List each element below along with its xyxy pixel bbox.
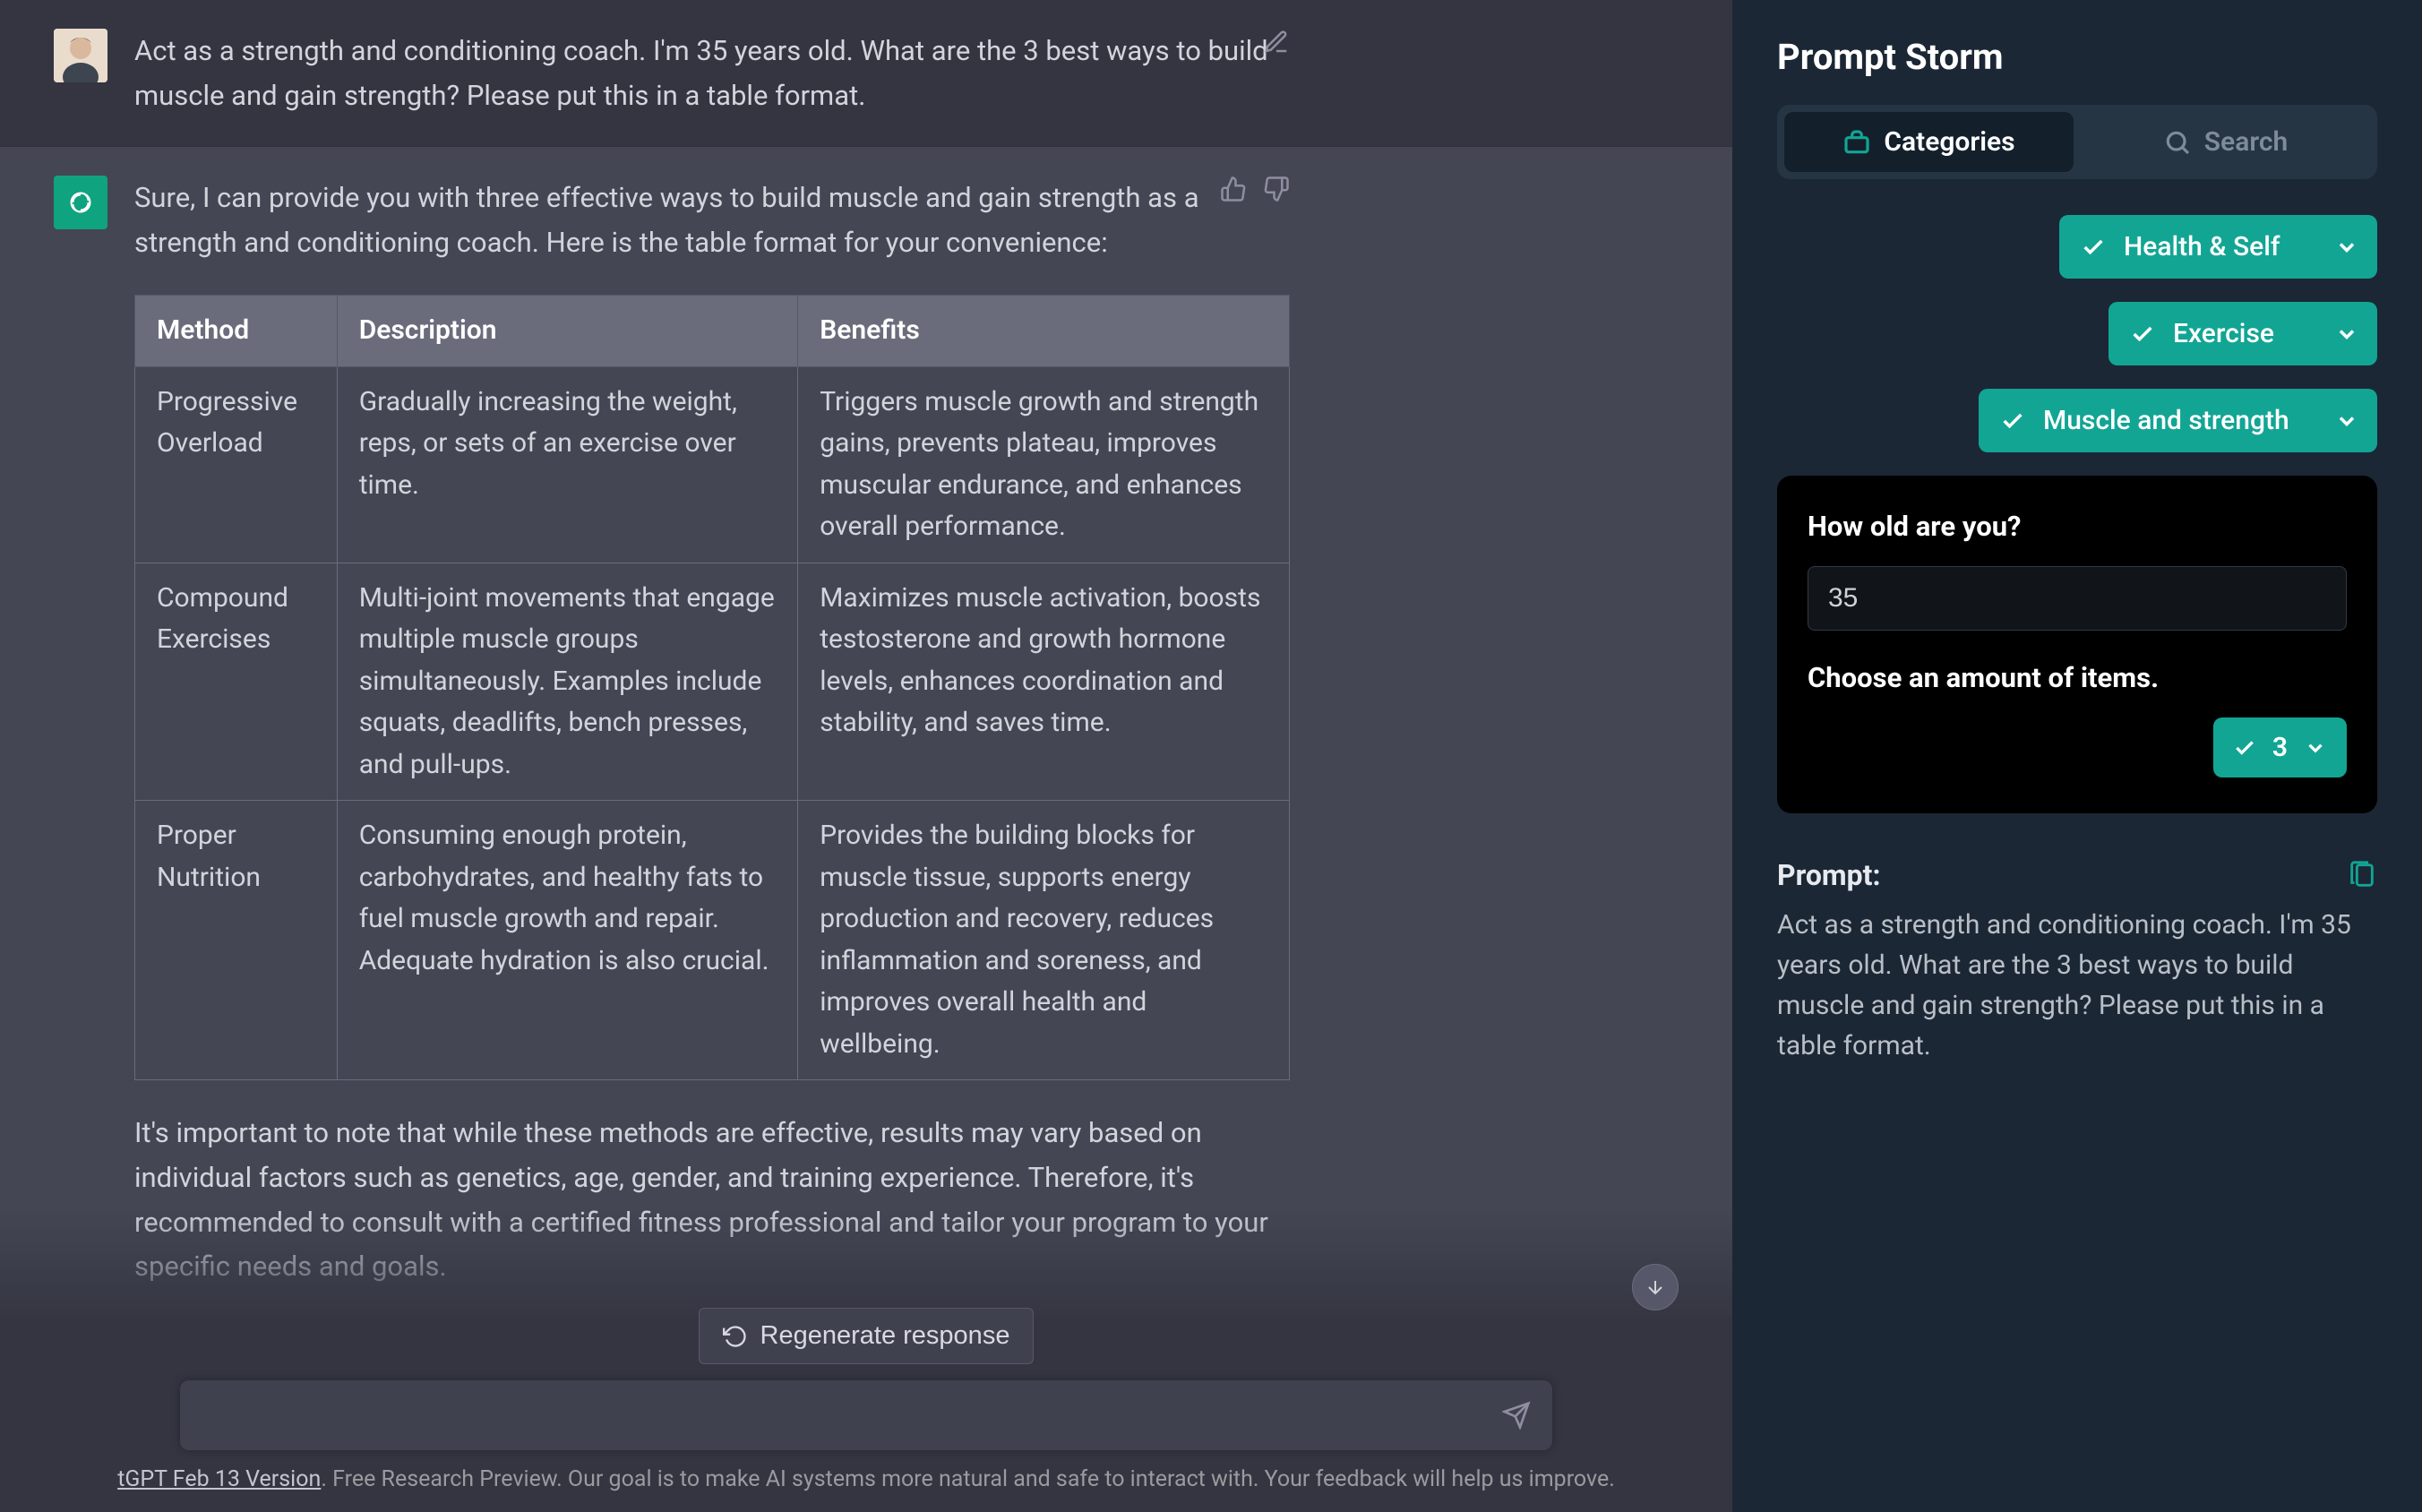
cell-benefits: Provides the building blocks for muscle …	[798, 801, 1290, 1080]
assistant-message-body: Sure, I can provide you with three effec…	[134, 176, 1290, 1289]
tab-search[interactable]: Search	[2081, 112, 2370, 172]
chat-input[interactable]	[180, 1380, 1552, 1450]
age-input[interactable]	[1808, 566, 2347, 631]
footer-text: . Free Research Preview. Our goal is to …	[321, 1466, 1614, 1492]
version-link[interactable]: tGPT Feb 13 Version	[117, 1466, 321, 1492]
table-row: Proper Nutrition Consuming enough protei…	[135, 801, 1290, 1080]
thumbs-down-button[interactable]	[1263, 176, 1290, 206]
regenerate-button[interactable]: Regenerate response	[699, 1308, 1035, 1364]
chevron-down-icon	[2334, 408, 2359, 434]
prompt-label: Prompt:	[1777, 858, 1881, 892]
user-avatar	[54, 29, 107, 82]
regenerate-label: Regenerate response	[760, 1321, 1010, 1351]
openai-icon	[64, 185, 98, 219]
chevron-down-icon	[2304, 736, 2327, 760]
question-age: How old are you?	[1808, 510, 2347, 543]
chip-health-label: Health & Self	[2124, 231, 2300, 262]
panel-title: Prompt Storm	[1777, 36, 2377, 78]
cell-method: Proper Nutrition	[135, 801, 338, 1080]
col-benefits: Benefits	[798, 296, 1290, 367]
message-assistant: Sure, I can provide you with three effec…	[0, 146, 1732, 1319]
prompt-form: How old are you? Choose an amount of ite…	[1777, 476, 2377, 813]
assistant-outro-text: It's important to note that while these …	[134, 1111, 1290, 1288]
thumbs-down-icon	[1263, 176, 1290, 202]
chip-health-self[interactable]: Health & Self	[2059, 215, 2377, 279]
items-select[interactable]: 3	[2213, 717, 2347, 777]
cell-description: Consuming enough protein, carbohydrates,…	[337, 801, 798, 1080]
chip-muscle-label: Muscle and strength	[2043, 405, 2300, 436]
col-method: Method	[135, 296, 338, 367]
chip-exercise-label: Exercise	[2173, 318, 2300, 349]
generated-prompt-block: Prompt: Act as a strength and conditioni…	[1777, 858, 2377, 1066]
check-icon	[2233, 736, 2256, 760]
items-value: 3	[2272, 732, 2288, 763]
tab-categories-label: Categories	[1884, 126, 2014, 158]
methods-table: Method Description Benefits Progressive …	[134, 295, 1290, 1080]
send-icon[interactable]	[1502, 1401, 1531, 1430]
check-icon	[2081, 235, 2106, 260]
cell-description: Multi-joint movements that engage multip…	[337, 563, 798, 801]
generated-prompt-text: Act as a strength and conditioning coach…	[1777, 905, 2377, 1066]
assistant-avatar	[54, 176, 107, 229]
chat-column: Act as a strength and conditioning coach…	[0, 0, 1732, 1512]
chat-input-field[interactable]	[202, 1400, 1502, 1430]
chevron-down-icon	[2334, 235, 2359, 260]
person-icon	[54, 29, 107, 82]
prompt-storm-panel: Prompt Storm Categories Search Health & …	[1732, 0, 2422, 1512]
col-description: Description	[337, 296, 798, 367]
toolbox-icon	[1842, 128, 1871, 157]
edit-icon	[1263, 29, 1290, 56]
tab-categories[interactable]: Categories	[1784, 112, 2074, 172]
scroll-to-bottom-button[interactable]	[1632, 1264, 1679, 1310]
edit-message-button[interactable]	[1263, 29, 1290, 59]
message-user: Act as a strength and conditioning coach…	[0, 0, 1732, 146]
panel-tabbar: Categories Search	[1777, 105, 2377, 179]
search-icon	[2163, 128, 2192, 157]
clipboard-icon[interactable]	[2347, 860, 2377, 890]
tab-search-label: Search	[2204, 126, 2288, 158]
check-icon	[2000, 408, 2025, 434]
chevron-down-icon	[2334, 322, 2359, 347]
table-row: Compound Exercises Multi-joint movements…	[135, 563, 1290, 801]
chip-exercise[interactable]: Exercise	[2109, 302, 2377, 365]
user-message-text: Act as a strength and conditioning coach…	[134, 29, 1290, 117]
arrow-down-icon	[1645, 1276, 1666, 1298]
table-row: Progressive Overload Gradually increasin…	[135, 366, 1290, 563]
messages-region: Act as a strength and conditioning coach…	[0, 0, 1732, 1512]
cell-benefits: Maximizes muscle activation, boosts test…	[798, 563, 1290, 801]
footer-note: tGPT Feb 13 Version. Free Research Previ…	[99, 1466, 1633, 1492]
check-icon	[2130, 322, 2155, 347]
question-items: Choose an amount of items.	[1808, 661, 2347, 694]
thumbs-up-button[interactable]	[1220, 176, 1247, 206]
chip-muscle-strength[interactable]: Muscle and strength	[1979, 389, 2377, 452]
assistant-intro-text: Sure, I can provide you with three effec…	[134, 176, 1290, 264]
cell-method: Compound Exercises	[135, 563, 338, 801]
refresh-icon	[723, 1324, 748, 1349]
chat-input-stack: Regenerate response tGPT Feb 13 Version.…	[0, 1308, 1732, 1512]
cell-benefits: Triggers muscle growth and strength gain…	[798, 366, 1290, 563]
cell-method: Progressive Overload	[135, 366, 338, 563]
cell-description: Gradually increasing the weight, reps, o…	[337, 366, 798, 563]
thumbs-up-icon	[1220, 176, 1247, 202]
